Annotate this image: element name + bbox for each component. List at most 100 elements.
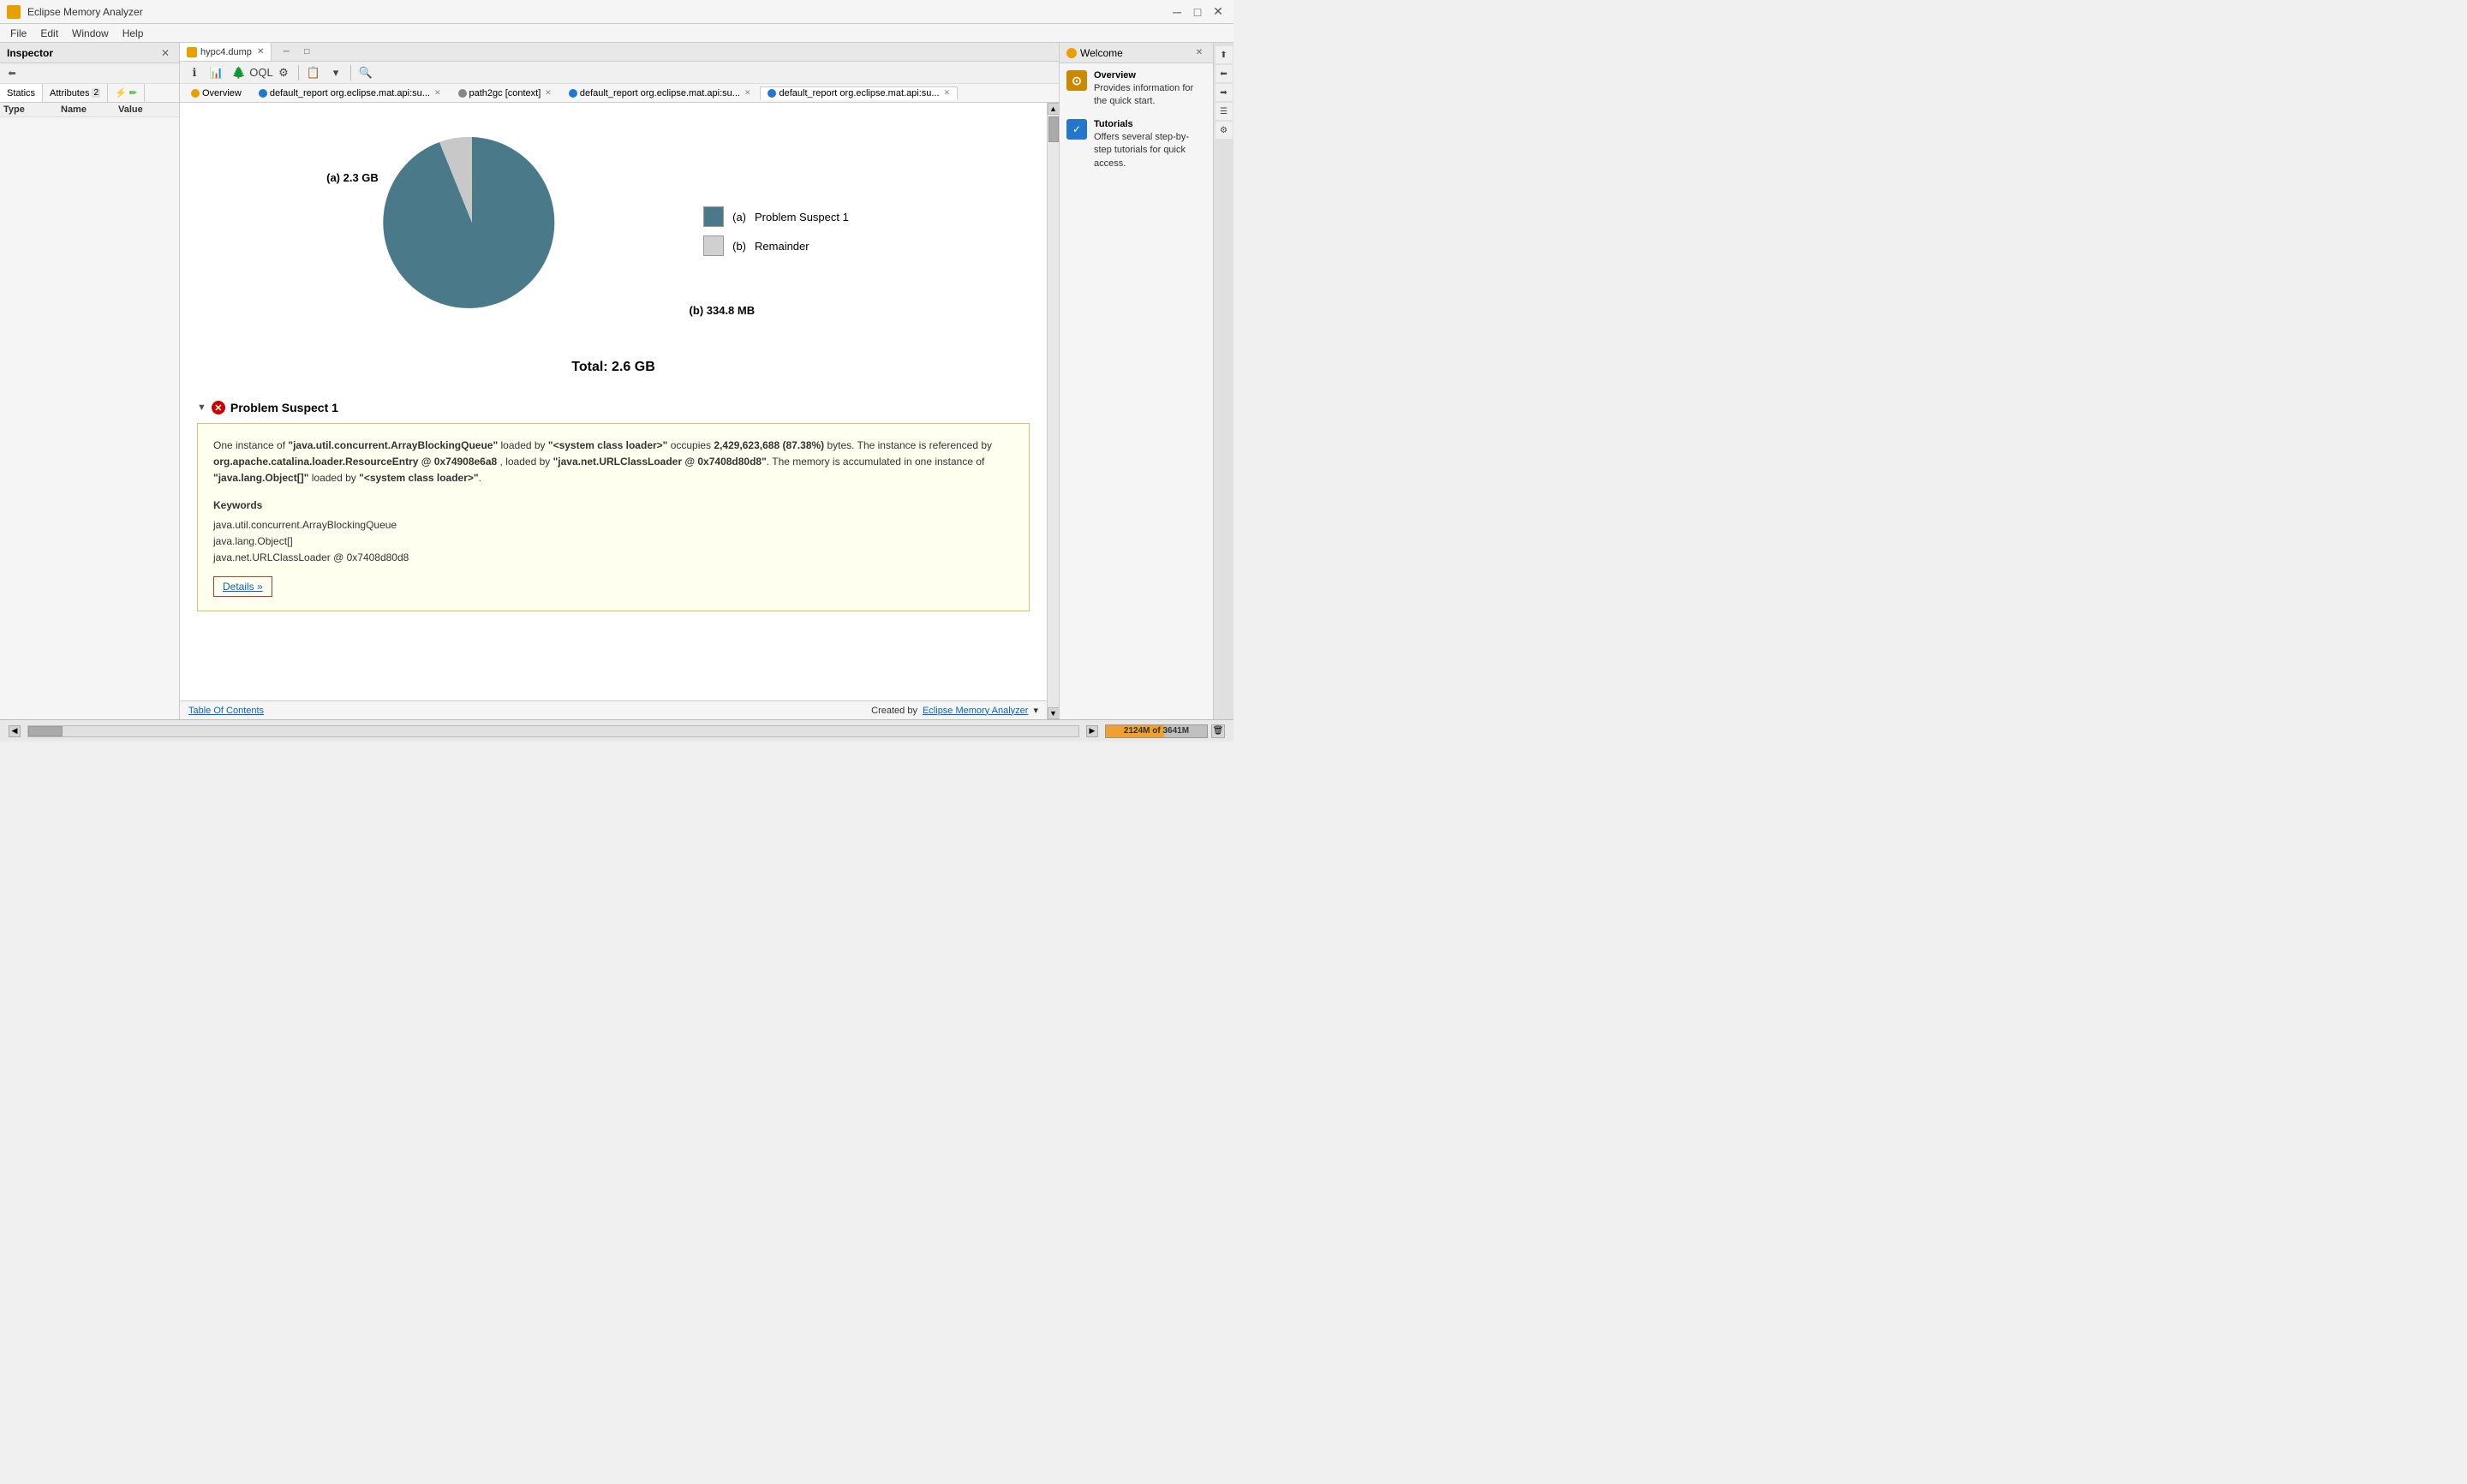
horizontal-scrollbar[interactable]: [27, 725, 1079, 737]
welcome-item-tutorials: ✓ Tutorials Offers several step-by-step …: [1066, 119, 1206, 170]
center-toolbar: ℹ 📊 🌲 OQL ⚙ 📋 ▾ 🔍: [180, 62, 1059, 84]
keyword-1: java.util.concurrent.ArrayBlockingQueue: [213, 517, 1013, 533]
content-scroll: (a) 2.3 GB (b) 334.8 MB (a) Problem Susp…: [180, 103, 1047, 629]
tab-dump[interactable]: hypc4.dump ✕: [180, 43, 272, 61]
problem-description: One instance of "java.util.concurrent.Ar…: [213, 438, 1013, 487]
pie-chart-container: (a) 2.3 GB (b) 334.8 MB: [378, 128, 669, 334]
legend-key-a: (a): [732, 211, 746, 223]
problem-title: Problem Suspect 1: [230, 401, 338, 414]
sidebar-icon-2[interactable]: ⬅: [1216, 65, 1233, 82]
hscroll-thumb[interactable]: [28, 726, 63, 736]
tab-maximize-button[interactable]: □: [297, 43, 316, 62]
subtab-default-report-3[interactable]: default_report org.eclipse.mat.api:su...…: [760, 86, 958, 100]
menu-edit[interactable]: Edit: [33, 26, 65, 41]
legend-color-b: [703, 235, 724, 256]
pie-chart: [378, 128, 566, 317]
subtab-3-close[interactable]: ✕: [744, 88, 751, 98]
details-button[interactable]: Details »: [213, 576, 272, 597]
close-button[interactable]: ✕: [1210, 3, 1227, 21]
sidebar-icon-1[interactable]: ⬆: [1216, 46, 1233, 63]
overview-welcome-icon: ⊙: [1066, 70, 1087, 91]
created-by-link[interactable]: Eclipse Memory Analyzer: [923, 706, 1029, 716]
subtab-path2gc[interactable]: path2gc [context] ✕: [451, 86, 559, 100]
main-layout: Inspector ✕ ⬅ Statics Attributes 2 ⚡ ✏ T…: [0, 43, 1234, 719]
toolbar-heap-button[interactable]: ⚙: [274, 63, 293, 82]
menu-window[interactable]: Window: [65, 26, 116, 41]
minimize-button[interactable]: ─: [1168, 3, 1186, 21]
inspector-back-button[interactable]: ⬅: [3, 65, 21, 82]
inspector-tab-extra[interactable]: ⚡ ✏: [108, 84, 145, 102]
toolbar-sep-1: [298, 65, 299, 80]
menu-file[interactable]: File: [3, 26, 33, 41]
loader-name: "<system class loader>": [548, 439, 667, 451]
report3-icon: [768, 89, 776, 98]
subtab-4-close[interactable]: ✕: [944, 88, 951, 98]
welcome-tab-title: Welcome: [1080, 47, 1189, 59]
collapse-arrow-icon[interactable]: ▼: [197, 402, 206, 413]
welcome-close-button[interactable]: ✕: [1192, 46, 1206, 60]
keywords-section: Keywords java.util.concurrent.ArrayBlock…: [213, 498, 1013, 567]
toolbar-search-button[interactable]: 🔍: [356, 63, 375, 82]
sidebar-icon-5[interactable]: ⚙: [1216, 122, 1233, 139]
subtab-overview[interactable]: Overview: [183, 86, 249, 100]
toolbar-info-button[interactable]: ℹ: [185, 63, 204, 82]
sidebar-icon-4[interactable]: ☰: [1216, 103, 1233, 120]
welcome-tab-icon: [1066, 48, 1077, 58]
subtab-default-report-1[interactable]: default_report org.eclipse.mat.api:su...…: [251, 86, 449, 100]
problem-suspect-section: ▼ ✕ Problem Suspect 1 One instance of "j…: [197, 401, 1030, 611]
tab-dump-close[interactable]: ✕: [257, 47, 264, 57]
tab-minimize-button[interactable]: ─: [277, 43, 296, 62]
tab-bar: hypc4.dump ✕ ─ □: [180, 43, 1059, 62]
tab-controls: ─ □: [272, 43, 321, 61]
url-classloader: "java.net.URLClassLoader @ 0x7408d80d8": [553, 456, 767, 468]
details-container: Details »: [213, 576, 1013, 597]
legend-key-b: (b): [732, 240, 746, 253]
dump-icon: [187, 47, 197, 57]
chart-section: (a) 2.3 GB (b) 334.8 MB (a) Problem Susp…: [197, 111, 1030, 351]
footer-right: Created by Eclipse Memory Analyzer ▾: [871, 705, 1038, 716]
gc-button[interactable]: 🗑: [1211, 724, 1225, 738]
hscroll-right-button[interactable]: ▶: [1086, 725, 1098, 737]
window-controls: ─ □ ✕: [1168, 3, 1227, 21]
subtab-1-close[interactable]: ✕: [434, 88, 441, 98]
overview-welcome-desc: Provides information for the quick start…: [1094, 82, 1206, 109]
created-by-label: Created by: [871, 706, 917, 716]
hscroll-left-button[interactable]: ◀: [9, 725, 21, 737]
main-content: (a) 2.3 GB (b) 334.8 MB (a) Problem Susp…: [180, 103, 1047, 719]
report2-icon: [569, 89, 577, 98]
keyword-3: java.net.URLClassLoader @ 0x7408d80d8: [213, 550, 1013, 566]
inspector-close-button[interactable]: ✕: [158, 46, 172, 60]
inspector-tab-attributes[interactable]: Attributes 2: [43, 84, 108, 102]
toc-link[interactable]: Table Of Contents: [188, 706, 264, 716]
inspector-tab-statics[interactable]: Statics: [0, 84, 43, 102]
sidebar-icon-3[interactable]: ➡: [1216, 84, 1233, 101]
total-label: Total: 2.6 GB: [197, 351, 1030, 392]
toolbar-reports-dropdown[interactable]: ▾: [326, 63, 345, 82]
toolbar-reports-button[interactable]: 📋: [304, 63, 323, 82]
legend-label-b: Remainder: [755, 240, 809, 253]
memory-bar: 2124M of 3641M: [1105, 724, 1208, 738]
footer-links: Table Of Contents: [188, 706, 264, 716]
bottom-status: ◀ ▶ 2124M of 3641M 🗑: [0, 719, 1234, 742]
scroll-up-button[interactable]: ▲: [1048, 103, 1060, 115]
subtab-2-close[interactable]: ✕: [545, 88, 552, 98]
subtab-row: Overview default_report org.eclipse.mat.…: [180, 84, 1059, 103]
menu-help[interactable]: Help: [116, 26, 151, 41]
maximize-button[interactable]: □: [1189, 3, 1206, 21]
toolbar-oql-button[interactable]: OQL: [252, 63, 271, 82]
inspector-subtabs: Statics Attributes 2 ⚡ ✏: [0, 84, 179, 103]
subtab-default-report-2[interactable]: default_report org.eclipse.mat.api:su...…: [561, 86, 759, 100]
footer-dropdown-icon[interactable]: ▾: [1033, 705, 1038, 716]
footer-bar: Table Of Contents Created by Eclipse Mem…: [180, 700, 1047, 719]
scroll-thumb[interactable]: [1048, 116, 1059, 142]
overview-welcome-title: Overview: [1094, 70, 1206, 80]
toolbar-histogram-button[interactable]: 📊: [207, 63, 226, 82]
app-icon: [7, 5, 21, 19]
pie-label-b: (b) 334.8 MB: [690, 304, 756, 317]
welcome-item-overview: ⊙ Overview Provides information for the …: [1066, 70, 1206, 109]
toolbar-domtree-button[interactable]: 🌲: [230, 63, 248, 82]
problem-icon: ✕: [212, 401, 225, 414]
scroll-down-button[interactable]: ▼: [1048, 707, 1060, 719]
title-bar: Eclipse Memory Analyzer ─ □ ✕: [0, 0, 1234, 24]
content-area[interactable]: (a) 2.3 GB (b) 334.8 MB (a) Problem Susp…: [180, 103, 1047, 700]
